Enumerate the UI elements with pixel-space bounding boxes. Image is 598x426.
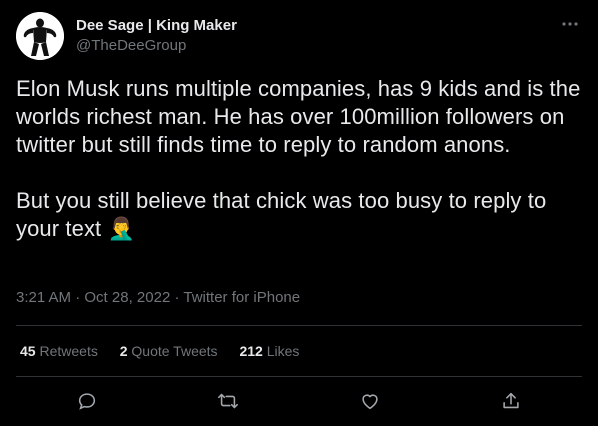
likes-stat[interactable]: 212 Likes bbox=[239, 341, 299, 361]
muscle-man-icon bbox=[16, 12, 64, 60]
meta-separator: · bbox=[174, 289, 180, 306]
tweet-paragraph-2: But you still believe that chick was too… bbox=[16, 188, 553, 241]
likes-label: Likes bbox=[266, 343, 300, 359]
tweet-stats: 45 Retweets 2 Quote Tweets 212 Likes bbox=[20, 341, 317, 361]
meta-separator: · bbox=[75, 289, 81, 306]
reply-icon[interactable] bbox=[72, 386, 102, 416]
retweets-count: 45 bbox=[20, 343, 36, 359]
tweet-source[interactable]: Twitter for iPhone bbox=[183, 289, 300, 306]
more-icon[interactable] bbox=[558, 14, 582, 34]
like-icon[interactable] bbox=[355, 386, 385, 416]
tweet-header: Dee Sage | King Maker @TheDeeGroup bbox=[16, 12, 582, 60]
tweet-text: Elon Musk runs multiple companies, has 9… bbox=[16, 75, 582, 243]
retweets-label: Retweets bbox=[39, 343, 98, 359]
author-handle[interactable]: @TheDeeGroup bbox=[76, 36, 237, 56]
tweet-paragraph-1: Elon Musk runs multiple companies, has 9… bbox=[16, 76, 587, 157]
author-display-name[interactable]: Dee Sage | King Maker bbox=[76, 16, 237, 36]
tweet-time[interactable]: 3:21 AM bbox=[16, 289, 71, 306]
retweet-icon[interactable] bbox=[213, 386, 243, 416]
quote-tweets-stat[interactable]: 2 Quote Tweets bbox=[120, 341, 218, 361]
divider bbox=[16, 325, 582, 326]
tweet-date[interactable]: Oct 28, 2022 bbox=[84, 289, 170, 306]
share-icon[interactable] bbox=[496, 386, 526, 416]
likes-count: 212 bbox=[239, 343, 263, 359]
tweet-card: Dee Sage | King Maker @TheDeeGroup Elon … bbox=[0, 0, 598, 426]
retweets-stat[interactable]: 45 Retweets bbox=[20, 341, 98, 361]
action-bar bbox=[16, 386, 582, 416]
quote-tweets-count: 2 bbox=[119, 343, 128, 359]
divider bbox=[16, 376, 582, 377]
tweet-meta: 3:21 AM · Oct 28, 2022 · Twitter for iPh… bbox=[16, 288, 300, 308]
quote-tweets-label: Quote Tweets bbox=[131, 343, 218, 359]
author-names: Dee Sage | King Maker @TheDeeGroup bbox=[76, 16, 237, 56]
avatar[interactable] bbox=[16, 12, 64, 60]
